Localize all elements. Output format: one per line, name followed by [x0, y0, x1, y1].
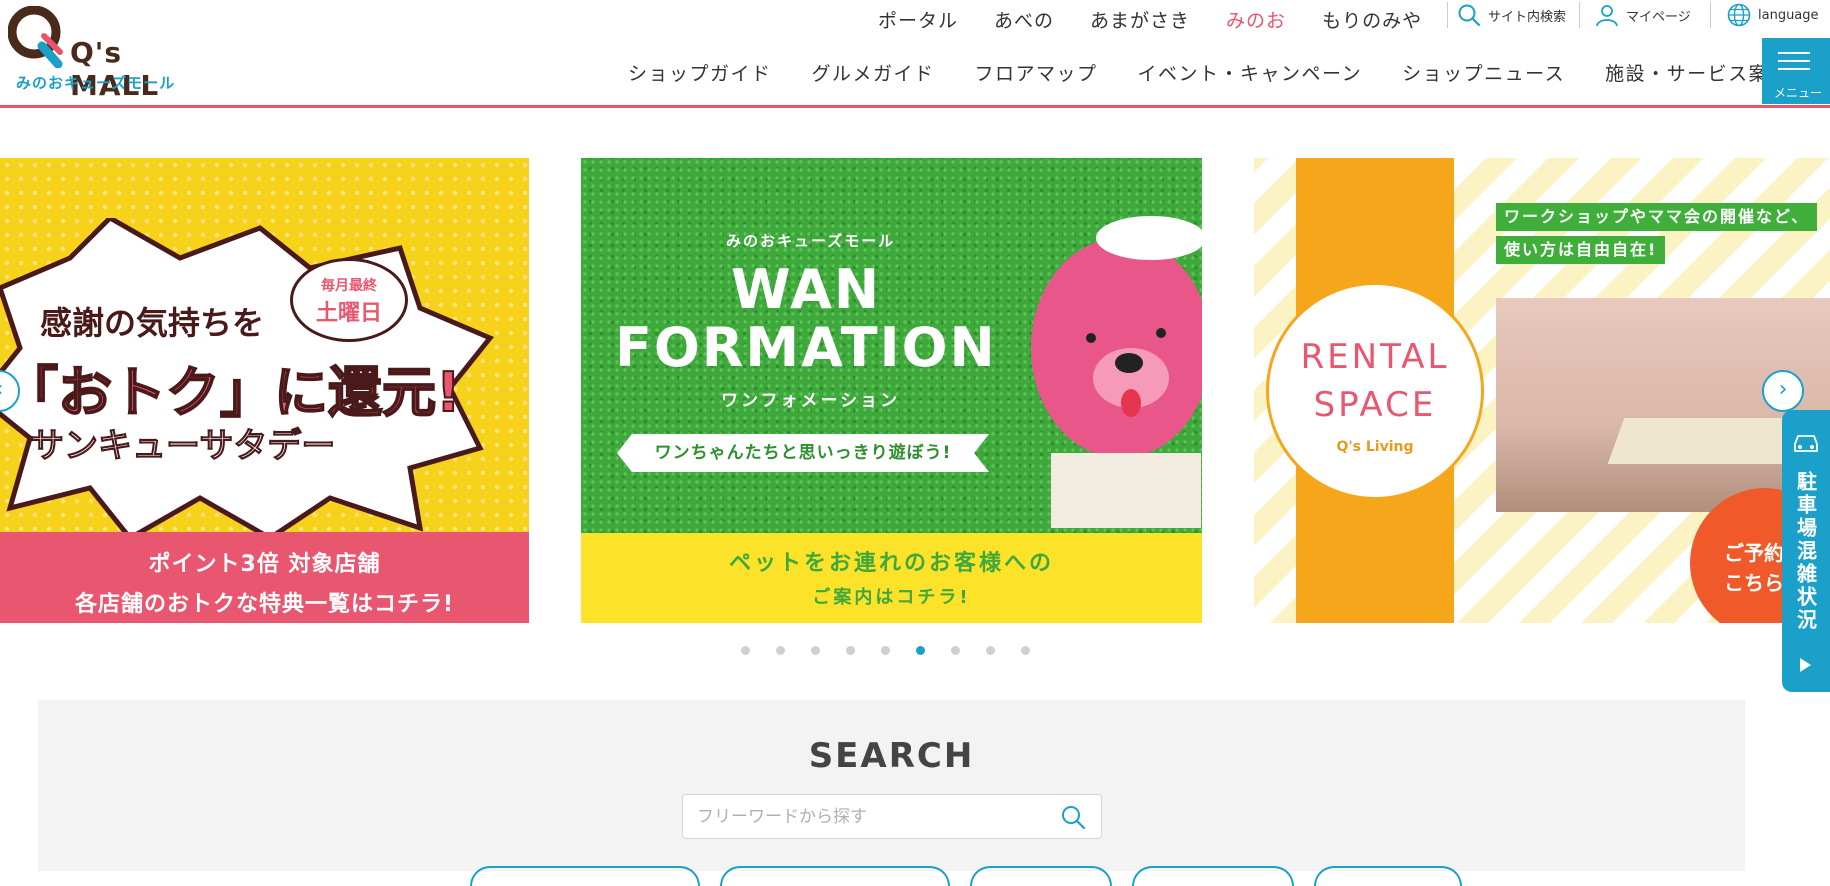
car-icon: [1794, 435, 1818, 452]
parking-label: 駐車場混雑状況: [1793, 470, 1818, 632]
hamburger-icon: [1778, 52, 1810, 76]
chevron-left-icon: ‹: [0, 377, 3, 402]
search-input[interactable]: [697, 803, 1037, 831]
language-link[interactable]: language: [1726, 0, 1819, 30]
badge-line2: 土曜日: [315, 301, 382, 326]
slide3-tag2: 使い方は自由自在!: [1496, 236, 1666, 264]
slide3-cta: ご予約 こちら: [1724, 538, 1784, 598]
slide3-cta-line2: こちら: [1724, 571, 1784, 595]
carousel-dot-5[interactable]: [881, 646, 890, 655]
carousel-dot-7[interactable]: [951, 646, 960, 655]
nav-floor-map[interactable]: フロアマップ: [955, 59, 1118, 86]
slide2-title-line2: FORMATION: [615, 316, 997, 379]
badge-line1: 毎月最終: [321, 278, 377, 294]
top-link-portal[interactable]: ポータル: [860, 6, 976, 33]
top-link-abeno[interactable]: あべの: [976, 6, 1072, 33]
slide1-footer: ポイント3倍 対象店舗 各店舗のおトクな特典一覧はコチラ!: [0, 532, 529, 623]
search-box: [682, 794, 1102, 839]
search-section: SEARCH: [38, 700, 1745, 886]
category-button[interactable]: [970, 866, 1112, 886]
slide1-line3: サンキューサタデー: [29, 426, 336, 467]
mypage-link[interactable]: マイページ: [1594, 0, 1691, 30]
user-icon: [1596, 5, 1618, 27]
slide3-tag1: ワークショップやママ会の開催など、: [1496, 203, 1818, 231]
top-link-mino[interactable]: みのお: [1208, 6, 1304, 33]
carousel-dot-9[interactable]: [1021, 646, 1030, 655]
nav-events[interactable]: イベント・キャンペーン: [1118, 59, 1383, 86]
search-icon[interactable]: [1059, 803, 1087, 831]
space-label: SPACE: [1313, 385, 1437, 425]
menu-label: メニュー: [1774, 86, 1823, 100]
qs-living-label: Q's Living: [1336, 439, 1414, 455]
play-triangle-icon: [1800, 658, 1811, 672]
carousel-dot-3[interactable]: [811, 646, 820, 655]
language-label: language: [1758, 7, 1819, 23]
slide2-ribbon: ワンちゃんたちと思いっきり遊ぼう!: [617, 434, 989, 472]
hero-carousel: 感謝の気持ちを 「おトク」に還元! サンキューサタデー 毎月最終 土曜日 ポイン…: [0, 158, 1830, 623]
search-icon: [1458, 4, 1481, 27]
divider: [1710, 2, 1711, 28]
pink-bear-mascot-icon: [1031, 216, 1202, 528]
mypage-label: マイページ: [1626, 9, 1691, 25]
logo-subtitle: みのおキューズモール: [16, 74, 176, 92]
slide2-title-line1: WAN: [731, 258, 882, 321]
main-navigation: ショップガイド グルメガイド フロアマップ イベント・キャンペーン ショップニュ…: [608, 56, 1810, 88]
carousel-dot-1[interactable]: [741, 646, 750, 655]
slide2-footer-line1: ペットをお連れのお客様への: [728, 551, 1054, 576]
carousel-dot-2[interactable]: [776, 646, 785, 655]
badge-last-saturday: 毎月最終 土曜日: [290, 258, 408, 342]
slide2-mall-name: みのおキューズモール: [726, 232, 896, 250]
nav-gourmet-guide[interactable]: グルメガイド: [792, 59, 955, 86]
carousel-pagination: [741, 646, 1056, 655]
slide1-line2: 「おトク」に還元!: [3, 360, 462, 425]
site-search-link[interactable]: サイト内検索: [1456, 0, 1566, 30]
nav-shop-guide[interactable]: ショップガイド: [608, 59, 792, 86]
divider: [1447, 2, 1448, 28]
carousel-dot-6[interactable]: [916, 646, 925, 655]
category-button[interactable]: [470, 866, 700, 886]
divider: [1579, 2, 1580, 28]
slide1-footer-line1: ポイント3倍 対象店舗: [148, 552, 381, 577]
slide2-kana: ワンフォメーション: [721, 391, 901, 411]
nav-shop-news[interactable]: ショップニュース: [1382, 59, 1585, 86]
site-header: Q's MALL みのおキューズモール ポータル あべの あまがさき みのお も…: [0, 0, 1830, 108]
slide2-footer: ペットをお連れのお客様への ご案内はコチラ!: [581, 533, 1202, 623]
slide-wan-formation[interactable]: みのおキューズモール WAN FORMATION ワンフォメーション ワンちゃん…: [581, 158, 1202, 623]
qs-mall-logo[interactable]: Q's MALL みのおキューズモール: [8, 6, 188, 102]
logo-q-mark-icon: [8, 6, 63, 68]
slide1-footer-line2: 各店舗のおトクな特典一覧はコチラ!: [74, 592, 455, 617]
slide1-line1: 感謝の気持ちを: [40, 304, 265, 342]
category-button[interactable]: [1314, 866, 1462, 886]
menu-button[interactable]: メニュー: [1762, 38, 1830, 104]
category-button[interactable]: [720, 866, 950, 886]
top-link-amagasaki[interactable]: あまがさき: [1072, 6, 1208, 33]
rental-space-badge: RENTAL SPACE Q's Living: [1266, 282, 1484, 500]
carousel-dot-8[interactable]: [986, 646, 995, 655]
category-button[interactable]: [1132, 866, 1294, 886]
parking-status-tab[interactable]: 駐車場混雑状況: [1782, 410, 1830, 692]
slide3-cta-line1: ご予約: [1724, 541, 1784, 565]
carousel-next-button[interactable]: ›: [1762, 370, 1804, 412]
chevron-right-icon: ›: [1778, 377, 1788, 402]
slide-thank-you-saturday[interactable]: 感謝の気持ちを 「おトク」に還元! サンキューサタデー 毎月最終 土曜日 ポイン…: [0, 158, 529, 623]
globe-icon: [1727, 3, 1751, 27]
slide-rental-space[interactable]: RENTAL SPACE Q's Living ワークショップやママ会の開催など…: [1254, 158, 1830, 623]
search-heading: SEARCH: [808, 736, 975, 776]
site-search-label: サイト内検索: [1488, 9, 1567, 25]
mall-switcher: ポータル あべの あまがさき みのお もりのみや: [860, 2, 1440, 36]
search-category-buttons: [470, 866, 1482, 886]
carousel-dot-4[interactable]: [846, 646, 855, 655]
top-link-morinomiya[interactable]: もりのみや: [1304, 6, 1440, 33]
rental-label: RENTAL: [1300, 337, 1450, 377]
slide2-footer-line2: ご案内はコチラ!: [812, 587, 971, 608]
